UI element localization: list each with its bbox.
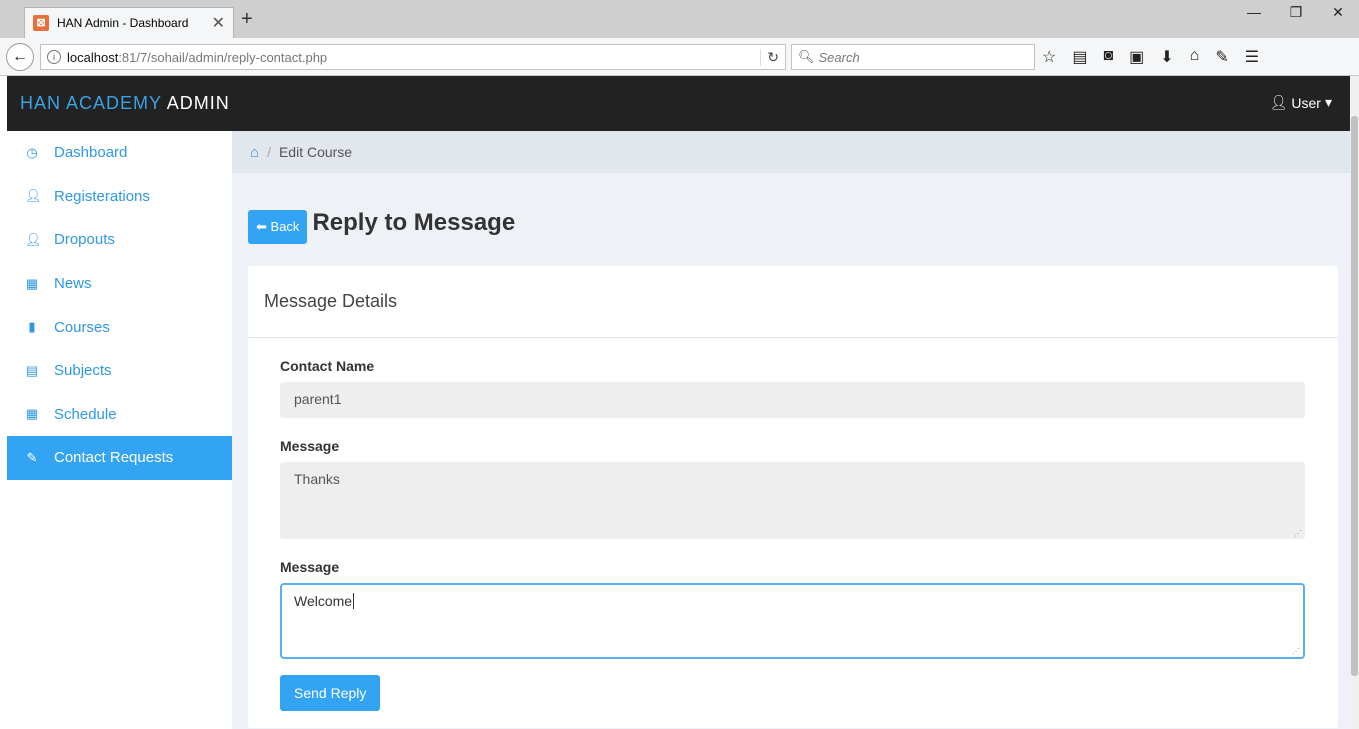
sidebar-item-label: Schedule	[54, 405, 117, 423]
page-title: Reply to Message	[312, 209, 516, 236]
message-label: Message	[280, 438, 340, 454]
browser-tabbar: ⊠ HAN Admin - Dashboard ✕ + — ❐ ✕	[0, 0, 1359, 38]
reading-list-icon[interactable]: ▤	[1072, 47, 1087, 67]
download-icon[interactable]: ⬇	[1160, 47, 1173, 67]
text-cursor	[353, 593, 355, 609]
reply-textarea[interactable]: Welcome ⋰	[280, 583, 1305, 659]
grid-icon: ▦	[25, 275, 39, 291]
message-panel: Message Details Contact Name parent1 Mes…	[248, 266, 1338, 728]
back-button[interactable]: ⬅ Back	[248, 210, 308, 244]
info-icon[interactable]: i	[47, 50, 61, 64]
sidebar-item-label: Registerations	[54, 187, 150, 205]
browser-back-icon[interactable]: ←	[6, 43, 34, 71]
url-host: localhost	[67, 49, 119, 65]
home-icon[interactable]: ⌂	[250, 144, 259, 161]
search-placeholder: Search	[818, 49, 860, 65]
window-close-icon[interactable]: ✕	[1317, 4, 1359, 21]
browser-tab[interactable]: ⊠ HAN Admin - Dashboard ✕	[24, 7, 234, 38]
sidebar-item-label: Courses	[54, 318, 110, 336]
sidebar-item-dropouts[interactable]: 👤︎ Dropouts	[7, 218, 232, 262]
sidebar-item-dashboard[interactable]: ◷ Dashboard	[7, 131, 232, 175]
sidebar-item-label: Contact Requests	[54, 449, 174, 467]
bookmark-star-icon[interactable]: ☆	[1042, 47, 1056, 67]
browser-search-input[interactable]: 🔍︎ Search	[791, 44, 1035, 70]
tools-icon[interactable]: ✎	[1215, 47, 1228, 67]
close-tab-icon[interactable]: ✕	[212, 13, 225, 33]
user-icon: 👤︎	[25, 231, 42, 247]
contact-name-field: parent1	[280, 382, 1305, 418]
sidebar-item-news[interactable]: ▦ News	[7, 262, 232, 306]
user-dropdown[interactable]: 👤︎ User ▾	[1270, 94, 1332, 111]
home-icon[interactable]: ⌂	[1190, 47, 1200, 67]
sidebar-item-registerations[interactable]: 👤︎ Registerations	[7, 175, 232, 219]
caret-down-icon: ▾	[1324, 94, 1332, 110]
back-label: Back	[270, 219, 300, 234]
xampp-favicon-icon: ⊠	[33, 15, 49, 31]
grid-icon: ▦	[25, 406, 39, 422]
minimize-icon[interactable]: —	[1233, 4, 1275, 21]
scrollbar-thumb[interactable]	[1351, 116, 1358, 676]
sidebar-item-label: News	[54, 275, 92, 293]
sidebar-item-label: Subjects	[54, 362, 112, 380]
sidebar-item-label: Dashboard	[54, 144, 128, 162]
sidebar-item-subjects[interactable]: ▤ Subjects	[7, 349, 232, 393]
sidebar-item-schedule[interactable]: ▦ Schedule	[7, 393, 232, 437]
panel-body: Contact Name parent1 Message Thanks ⋰ Me…	[248, 338, 1338, 729]
sidebar: ◷ Dashboard 👤︎ Registerations 👤︎ Dropout…	[7, 131, 232, 729]
user-icon: 👤︎	[25, 188, 42, 204]
breadcrumb: ⌂ / Edit Course	[232, 131, 1350, 173]
reload-icon[interactable]: ↻	[760, 48, 779, 66]
browser-toolbar: ☆ ▤ ◙ ▣ ⬇ ⌂ ✎ ☰	[1042, 47, 1259, 67]
main-content: ⌂ / Edit Course ⬅ Back Reply to Message …	[232, 131, 1350, 729]
dashboard-icon: ◷	[26, 144, 38, 160]
app-header: HAN ACADEMY ADMIN 👤︎ User ▾	[7, 76, 1350, 131]
breadcrumb-separator: /	[267, 144, 271, 160]
browser-navbar: ← i localhost:81/7/sohail/admin/reply-co…	[0, 38, 1359, 76]
list-icon: ▤	[25, 362, 39, 378]
user-icon: 👤︎	[1269, 94, 1288, 110]
message-field: Thanks ⋰	[280, 462, 1305, 539]
menu-icon[interactable]: ☰	[1245, 47, 1259, 67]
page-header: ⬅ Back Reply to Message	[248, 209, 516, 244]
brand-logo[interactable]: HAN ACADEMY ADMIN	[20, 93, 230, 114]
sidebar-item-courses[interactable]: ▮ Courses	[7, 305, 232, 349]
contact-name-label: Contact Name	[280, 358, 375, 374]
sidebar-item-contact-requests[interactable]: ✎ Contact Requests	[7, 436, 232, 480]
arrow-left-icon: ⬅	[256, 219, 267, 234]
resize-grip-icon[interactable]: ⋰	[1292, 647, 1300, 656]
user-label: User	[1291, 94, 1321, 111]
sidebar-item-label: Dropouts	[54, 231, 115, 249]
send-reply-button[interactable]: Send Reply	[280, 675, 381, 711]
search-icon: 🔍︎	[798, 49, 815, 64]
brand-first: HAN ACADEMY	[20, 93, 162, 113]
window-controls: — ❐ ✕	[1233, 4, 1359, 21]
pocket-icon[interactable]: ◙	[1103, 47, 1113, 67]
reply-label: Message	[280, 559, 340, 575]
pencil-icon: ✎	[26, 449, 38, 465]
brand-second: ADMIN	[166, 93, 230, 113]
url-bar[interactable]: i localhost:81/7/sohail/admin/reply-cont…	[40, 44, 786, 70]
restore-icon[interactable]: ❐	[1275, 4, 1317, 21]
new-tab-icon[interactable]: +	[241, 8, 253, 31]
url-path: :81/7/sohail/admin/reply-contact.php	[118, 49, 328, 65]
message-text: Thanks	[294, 471, 340, 487]
page-scrollbar[interactable]	[1350, 76, 1359, 729]
panel-heading: Message Details	[248, 266, 1338, 338]
reply-text: Welcome	[294, 593, 353, 609]
resize-grip-icon: ⋰	[1294, 529, 1302, 538]
bar-chart-icon: ▮	[28, 319, 36, 335]
tab-title: HAN Admin - Dashboard	[57, 16, 189, 30]
breadcrumb-current: Edit Course	[278, 144, 353, 160]
addon-icon[interactable]: ▣	[1129, 47, 1144, 67]
